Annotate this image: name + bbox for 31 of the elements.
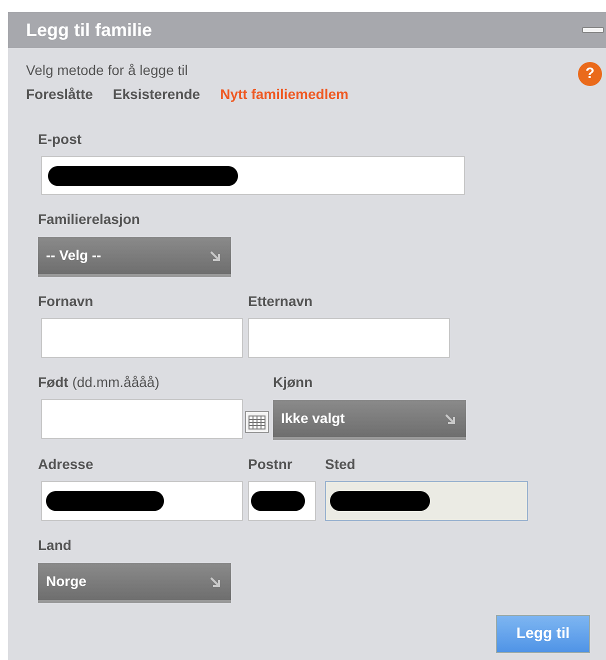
tab[interactable]: Foreslåtte <box>26 84 93 105</box>
arrow-icon <box>209 250 221 262</box>
field-label: Sted <box>325 455 356 474</box>
arrow-icon <box>444 412 456 424</box>
field-label: Etternavn <box>248 292 314 311</box>
dropdown[interactable]: Ikke valgt <box>273 400 466 440</box>
field-label: Kjønn <box>273 373 314 392</box>
input-field[interactable] <box>248 481 316 521</box>
field-label: Land <box>38 536 72 555</box>
panel-title: Legg til familie <box>26 18 152 42</box>
calendar-icon[interactable] <box>245 411 269 433</box>
input-field[interactable] <box>41 318 243 358</box>
field-label: Født (dd.mm.åååå) <box>38 373 160 392</box>
tab[interactable]: Eksisterende <box>112 84 200 105</box>
input-field[interactable] <box>41 481 243 521</box>
arrow-icon <box>209 576 221 588</box>
add-button[interactable]: Legg til <box>496 615 590 653</box>
dropdown[interactable]: Norge <box>38 563 231 603</box>
field-label: Postnr <box>248 455 294 474</box>
field-label: Fornavn <box>38 292 94 311</box>
field-label: E-post <box>38 130 83 149</box>
input-field[interactable] <box>41 156 465 195</box>
minimize-icon[interactable] <box>582 27 604 33</box>
input-field[interactable] <box>41 399 243 439</box>
dropdown[interactable]: -- Velg -- <box>38 237 231 277</box>
field-label: Adresse <box>38 455 94 474</box>
instruction-text: Velg metode for å legge til <box>26 61 188 80</box>
help-button[interactable]: ? <box>578 62 602 86</box>
tab[interactable]: Nytt familiemedlem <box>220 84 348 105</box>
input-field[interactable] <box>248 318 450 358</box>
field-label: Familierelasjon <box>38 210 141 229</box>
